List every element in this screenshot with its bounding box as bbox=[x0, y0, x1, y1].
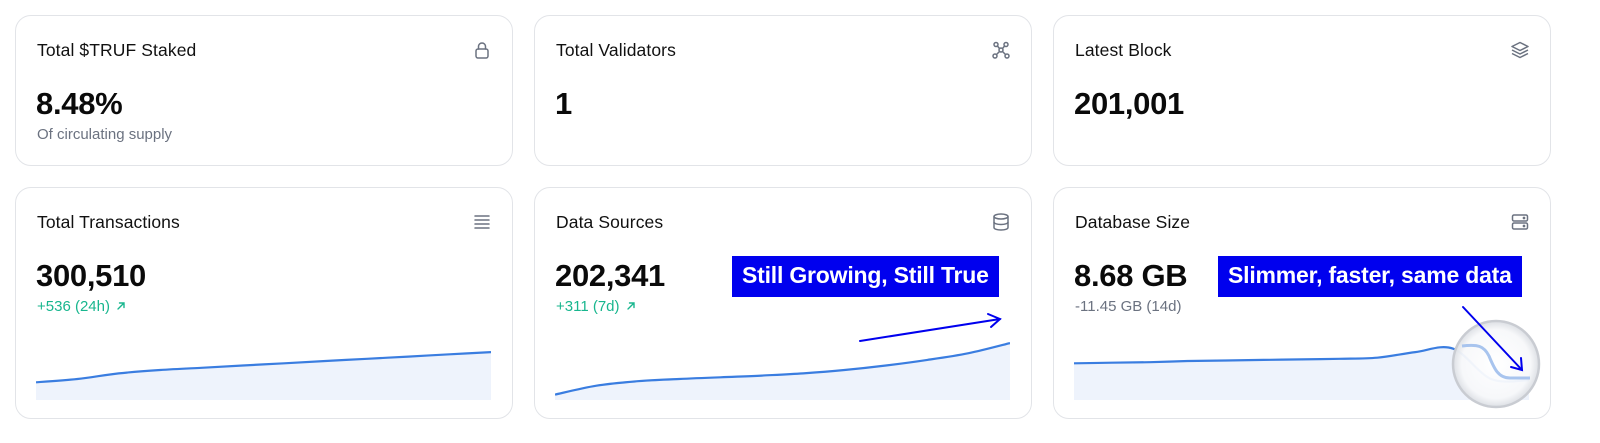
sparkline-data-sources bbox=[555, 342, 1010, 400]
callout-still-growing: Still Growing, Still True bbox=[732, 256, 999, 297]
callout-slimmer-faster: Slimmer, faster, same data bbox=[1218, 256, 1522, 297]
sparkline-area bbox=[555, 343, 1010, 400]
card-total-truf-staked: Total $TRUF Staked 8.48% Of circulating … bbox=[15, 15, 513, 166]
trend-up-icon bbox=[117, 302, 125, 310]
card-change: +536 (24h) bbox=[37, 298, 126, 315]
card-title: Total Validators bbox=[556, 40, 676, 60]
card-title: Total $TRUF Staked bbox=[37, 40, 197, 60]
card-title: Database Size bbox=[1075, 212, 1191, 232]
card-total-validators: Total Validators 1 bbox=[534, 15, 1032, 166]
card-title: Latest Block bbox=[1075, 40, 1172, 60]
card-latest-block: Latest Block 201,001 bbox=[1053, 15, 1551, 166]
card-change: +311 (7d) bbox=[556, 298, 636, 315]
card-total-transactions: Total Transactions 300,510 +536 (24h) bbox=[15, 187, 513, 419]
change-label: +311 (7d) bbox=[556, 298, 620, 315]
lock-icon bbox=[475, 42, 489, 59]
sparkline-transactions bbox=[36, 351, 491, 400]
sparkline-database-size bbox=[1074, 346, 1529, 400]
card-value: 8.68 GB bbox=[1074, 258, 1188, 293]
database-icon bbox=[993, 213, 1009, 231]
card-change: -11.45 GB (14d) bbox=[1075, 298, 1182, 315]
card-title: Data Sources bbox=[556, 212, 664, 232]
change-label: +536 (24h) bbox=[37, 298, 110, 315]
layers-icon bbox=[1511, 41, 1529, 59]
card-subtitle: Of circulating supply bbox=[37, 126, 173, 143]
card-value: 1 bbox=[555, 86, 572, 121]
card-database-size: Database Size 8.68 GB -11.45 GB (14d) bbox=[1053, 187, 1551, 419]
list-icon bbox=[474, 215, 490, 229]
card-value: 300,510 bbox=[36, 258, 146, 293]
card-value: 202,341 bbox=[555, 258, 665, 293]
card-value: 201,001 bbox=[1074, 86, 1184, 121]
card-value: 8.48% bbox=[36, 86, 123, 121]
network-nodes-icon bbox=[992, 41, 1010, 59]
sparkline-area bbox=[1074, 347, 1529, 400]
card-title: Total Transactions bbox=[37, 212, 180, 232]
trend-up-icon bbox=[626, 302, 635, 310]
card-data-sources: Data Sources 202,341 +311 (7d) bbox=[534, 187, 1032, 419]
server-icon bbox=[1511, 214, 1529, 230]
